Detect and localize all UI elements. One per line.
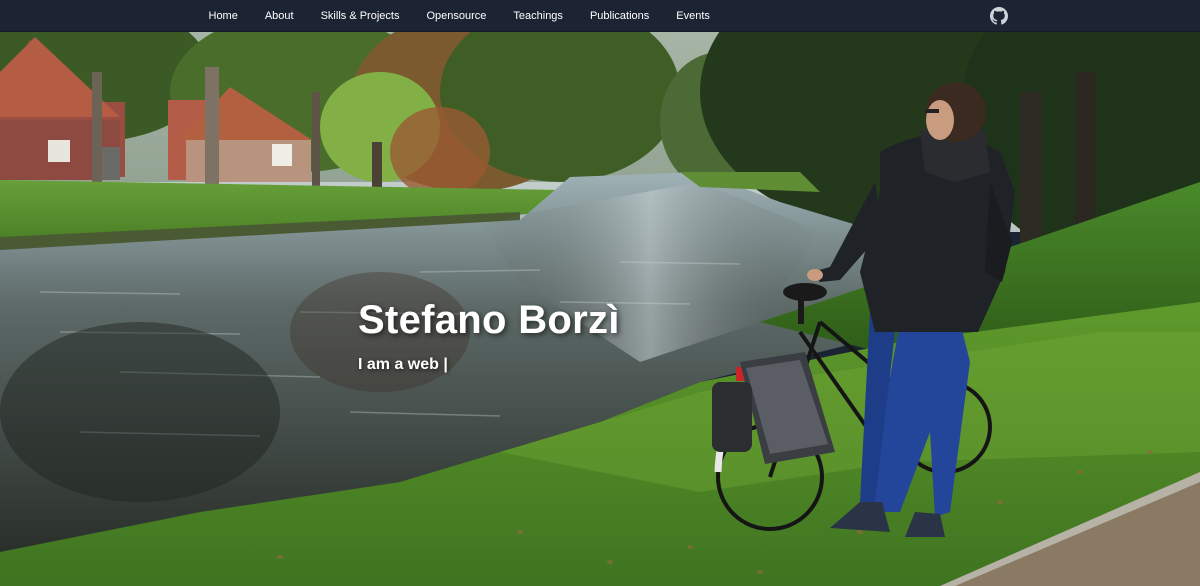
hero-subtitle: I am a web | [358, 356, 448, 373]
nav-links: Home About Skills & Projects Opensource … [195, 0, 723, 32]
top-navbar: Home About Skills & Projects Opensource … [0, 0, 1200, 32]
nav-item-publications[interactable]: Publications [576, 0, 662, 32]
nav-item-skills-projects[interactable]: Skills & Projects [307, 0, 413, 32]
nav-item-opensource[interactable]: Opensource [413, 0, 500, 32]
nav-item-events[interactable]: Events [663, 0, 724, 32]
hero-text: Stefano Borzì I am a web | [358, 298, 620, 374]
hero-title: Stefano Borzì [358, 298, 620, 342]
github-icon[interactable] [990, 7, 1008, 25]
nav-item-home[interactable]: Home [195, 0, 251, 32]
hero-section: Stefano Borzì I am a web | [0, 32, 1200, 586]
nav-item-teachings[interactable]: Teachings [500, 0, 577, 32]
nav-item-about[interactable]: About [251, 0, 307, 32]
